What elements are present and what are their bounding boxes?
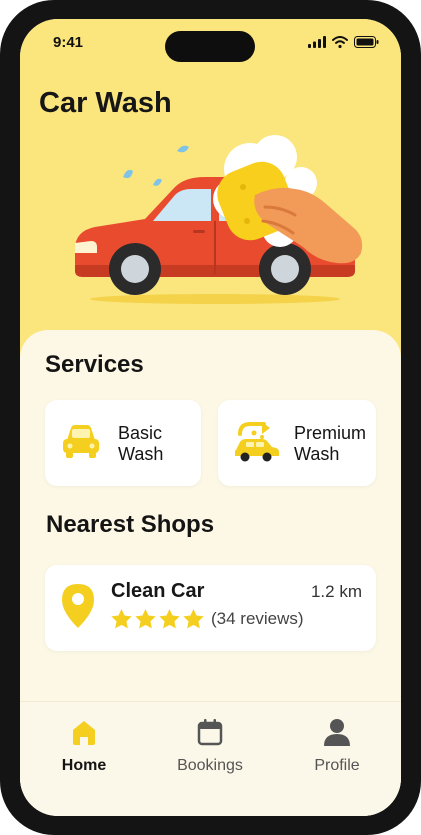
car-front-icon (63, 425, 99, 458)
hero-section: 9:41 Car Wash (20, 19, 401, 359)
shop-rating: (34 reviews) (111, 609, 304, 629)
star-icon (159, 609, 180, 629)
car-wash-icon (235, 422, 279, 462)
shop-distance: 1.2 km (310, 582, 362, 601)
nav-item-bookings[interactable]: Bookings (160, 718, 260, 775)
car-wash-illustration (75, 135, 363, 304)
app-screen: 9:41 Car Wash Services Basic Wash Premiu… (20, 19, 401, 816)
location-pin-icon (62, 584, 94, 628)
bottom-nav: Home Bookings Profile (20, 701, 401, 816)
wifi-icon (332, 36, 348, 48)
dynamic-island (165, 31, 255, 62)
status-time: 9:41 (53, 34, 84, 51)
star-icon (135, 609, 156, 629)
calendar-icon (197, 719, 223, 746)
service-card-premium-wash[interactable]: Premium Wash (218, 400, 376, 486)
nav-label-home: Home (61, 757, 107, 774)
signal-icon (308, 36, 326, 48)
nav-item-profile[interactable]: Profile (287, 718, 387, 775)
status-icons (308, 36, 379, 48)
nearest-shops-title: Nearest Shops (46, 511, 215, 538)
user-icon (324, 719, 350, 746)
nav-item-home[interactable]: Home (34, 718, 134, 775)
home-icon (73, 721, 95, 745)
star-icon (183, 609, 204, 629)
service-label-premium-wash: Premium Wash (294, 423, 367, 464)
service-card-basic-wash[interactable]: Basic Wash (45, 400, 201, 486)
star-icon (111, 609, 132, 629)
nav-label-bookings: Bookings (177, 757, 243, 774)
service-label-basic-wash: Basic Wash (118, 423, 164, 464)
shop-card-clean-car[interactable]: Clean Car 1.2 km (34 reviews) (45, 565, 376, 651)
shop-name: Clean Car (111, 580, 205, 602)
nav-label-profile: Profile (314, 757, 360, 774)
phone-frame: 9:41 Car Wash Services Basic Wash Premiu… (0, 0, 421, 835)
battery-icon (354, 36, 379, 48)
shop-reviews: (34 reviews) (211, 609, 304, 628)
services-title: Services (45, 351, 144, 378)
page-title: Car Wash (39, 87, 172, 119)
